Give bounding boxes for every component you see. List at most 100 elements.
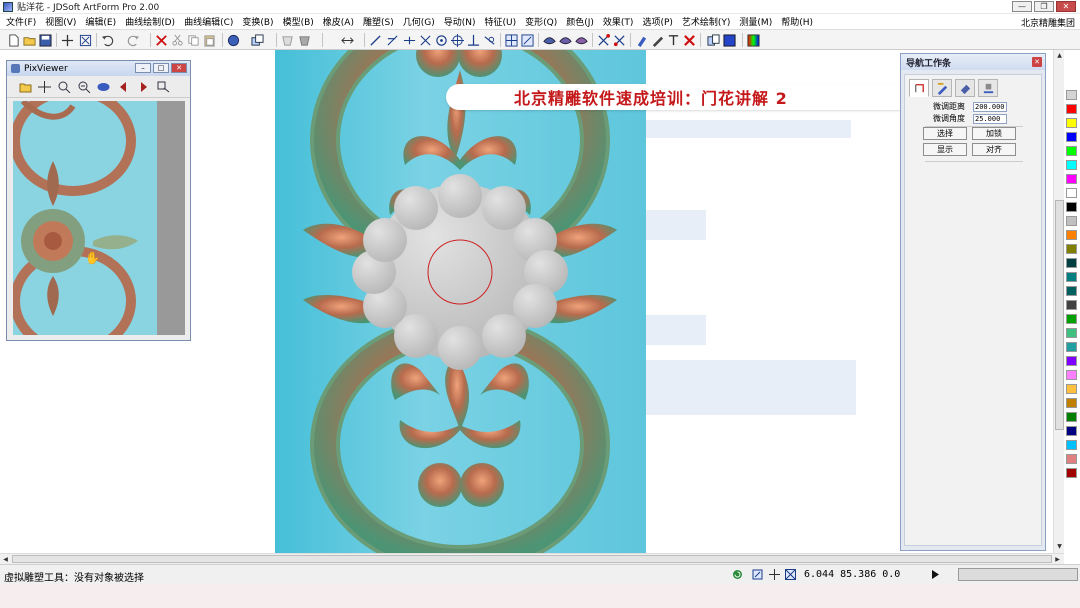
color-swatch[interactable] <box>1066 454 1077 464</box>
menu-help[interactable]: 帮助(H) <box>781 15 813 28</box>
show-button[interactable]: 显示 <box>923 143 967 156</box>
color-swatch[interactable] <box>1066 244 1077 254</box>
zoom-box-icon[interactable] <box>78 33 92 47</box>
snap-icon[interactable] <box>752 569 763 580</box>
menu-geometry[interactable]: 几何(G) <box>403 15 435 28</box>
maximize-button[interactable]: ❐ <box>1034 1 1054 12</box>
menu-file[interactable]: 文件(F) <box>6 15 36 28</box>
menu-curve-edit[interactable]: 曲线编辑(C) <box>184 15 233 28</box>
color-swatch[interactable] <box>1066 342 1077 352</box>
node-edit-icon[interactable] <box>596 33 610 47</box>
close-button[interactable]: ✕ <box>1056 1 1076 12</box>
color-swatch[interactable] <box>1066 356 1077 366</box>
scroll-left-icon[interactable]: ◀ <box>1 555 10 564</box>
brush-tool-icon[interactable] <box>634 33 648 47</box>
horizontal-scrollbar[interactable]: ◀ ▶ <box>0 553 1064 564</box>
color-swatch[interactable] <box>1066 398 1077 408</box>
sphere-icon[interactable] <box>226 33 240 47</box>
scroll-right-icon[interactable]: ▶ <box>1053 555 1062 564</box>
color-swatch[interactable] <box>1066 440 1077 450</box>
color-swatch[interactable] <box>1066 90 1077 100</box>
vertical-scroll-thumb[interactable] <box>1055 200 1064 430</box>
layers-icon[interactable] <box>250 33 264 47</box>
color-swatch[interactable] <box>1066 160 1077 170</box>
nudge-angle-input[interactable] <box>973 113 1007 124</box>
menu-curve-draw[interactable]: 曲线绘制(D) <box>125 15 175 28</box>
menu-sweep[interactable]: 导动(N) <box>444 15 476 28</box>
new-file-icon[interactable] <box>6 33 20 47</box>
color-swatch[interactable] <box>1066 314 1077 324</box>
select-button[interactable]: 选择 <box>923 127 967 140</box>
scroll-up-icon[interactable]: ▲ <box>1055 51 1064 60</box>
menu-color[interactable]: 颜色(J) <box>566 15 594 28</box>
color-swatch[interactable] <box>1066 132 1077 142</box>
color-swatch[interactable] <box>1066 272 1077 282</box>
horizontal-tool-icon[interactable] <box>402 33 416 47</box>
menu-model[interactable]: 模型(B) <box>283 15 314 28</box>
pen-tool-icon[interactable] <box>650 33 664 47</box>
pixviewer-minimize-button[interactable]: – <box>135 63 151 73</box>
sculpt-tool-3-icon[interactable] <box>574 33 588 47</box>
bucket-icon[interactable] <box>297 33 311 47</box>
nav-work-panel[interactable]: 导航工作条 ✕ 微调距离 微调角度 选择 加锁 显示 对齐 <box>900 53 1046 551</box>
crosshair-icon[interactable] <box>60 33 74 47</box>
pv-fit-icon[interactable] <box>97 81 110 93</box>
node-delete-icon[interactable] <box>612 33 626 47</box>
menu-deform[interactable]: 变形(Q) <box>525 15 557 28</box>
open-file-icon[interactable] <box>22 33 36 47</box>
color-swatch[interactable] <box>1066 118 1077 128</box>
menu-measure[interactable]: 测量(M) <box>739 15 772 28</box>
line-tool-icon[interactable] <box>368 33 382 47</box>
cut-icon[interactable] <box>170 33 184 47</box>
color-swatch[interactable] <box>1066 230 1077 240</box>
tab-edit[interactable] <box>932 79 952 97</box>
color-swatch[interactable] <box>1066 202 1077 212</box>
angle-tool-icon[interactable] <box>385 33 399 47</box>
grid-box-icon[interactable] <box>785 569 796 580</box>
color-swatch[interactable] <box>1066 188 1077 198</box>
circle-tool-icon[interactable] <box>434 33 448 47</box>
minimize-button[interactable]: — <box>1012 1 1032 12</box>
move-icon[interactable] <box>340 33 354 47</box>
pv-search-icon[interactable] <box>157 81 170 93</box>
menu-eraser[interactable]: 橡皮(A) <box>323 15 354 28</box>
color-swatch[interactable] <box>1066 286 1077 296</box>
color-swatch[interactable] <box>1066 300 1077 310</box>
text-tool-icon[interactable] <box>666 33 680 47</box>
pixviewer-maximize-button[interactable]: □ <box>153 63 169 73</box>
redo-icon[interactable] <box>126 33 140 47</box>
lock-button[interactable]: 加锁 <box>972 127 1016 140</box>
pixviewer-preview-image[interactable]: ✋ <box>13 101 185 335</box>
menu-art-draw[interactable]: 艺术绘制(Y) <box>682 15 731 28</box>
menu-sculpt[interactable]: 雕塑(S) <box>363 15 394 28</box>
color-swatch[interactable] <box>1066 468 1077 478</box>
save-icon[interactable] <box>38 33 52 47</box>
cup-icon[interactable] <box>280 33 294 47</box>
target-tool-icon[interactable] <box>450 33 464 47</box>
tab-eraser[interactable] <box>955 79 975 97</box>
align-button[interactable]: 对齐 <box>972 143 1016 156</box>
perpendicular-tool-icon[interactable] <box>466 33 480 47</box>
color-swatch[interactable] <box>1066 384 1077 394</box>
color-swatch[interactable] <box>1066 426 1077 436</box>
color-swatch[interactable] <box>1066 370 1077 380</box>
cursor-cross-icon[interactable] <box>769 569 780 580</box>
sculpt-tool-2-icon[interactable] <box>558 33 572 47</box>
play-icon[interactable] <box>930 569 941 580</box>
pv-next-icon[interactable] <box>137 81 150 93</box>
vertical-scrollbar[interactable]: ▲ ▼ <box>1053 50 1064 553</box>
menu-effect[interactable]: 效果(T) <box>603 15 634 28</box>
tab-transform[interactable] <box>909 79 929 97</box>
color-swatch[interactable] <box>1066 328 1077 338</box>
pv-prev-icon[interactable] <box>117 81 130 93</box>
pixviewer-titlebar[interactable]: PixViewer – □ ✕ <box>7 61 190 76</box>
copy-icon[interactable] <box>186 33 200 47</box>
tangent-tool-icon[interactable] <box>482 33 496 47</box>
menu-view[interactable]: 视图(V) <box>45 15 76 28</box>
pixviewer-window[interactable]: PixViewer – □ ✕ ✋ <box>6 60 191 341</box>
scroll-down-icon[interactable]: ▼ <box>1055 542 1064 551</box>
nav-panel-titlebar[interactable]: 导航工作条 ✕ <box>901 54 1045 70</box>
nav-panel-close-button[interactable]: ✕ <box>1032 57 1042 67</box>
menu-feature[interactable]: 特征(U) <box>484 15 516 28</box>
color-fill-icon[interactable] <box>722 33 736 47</box>
